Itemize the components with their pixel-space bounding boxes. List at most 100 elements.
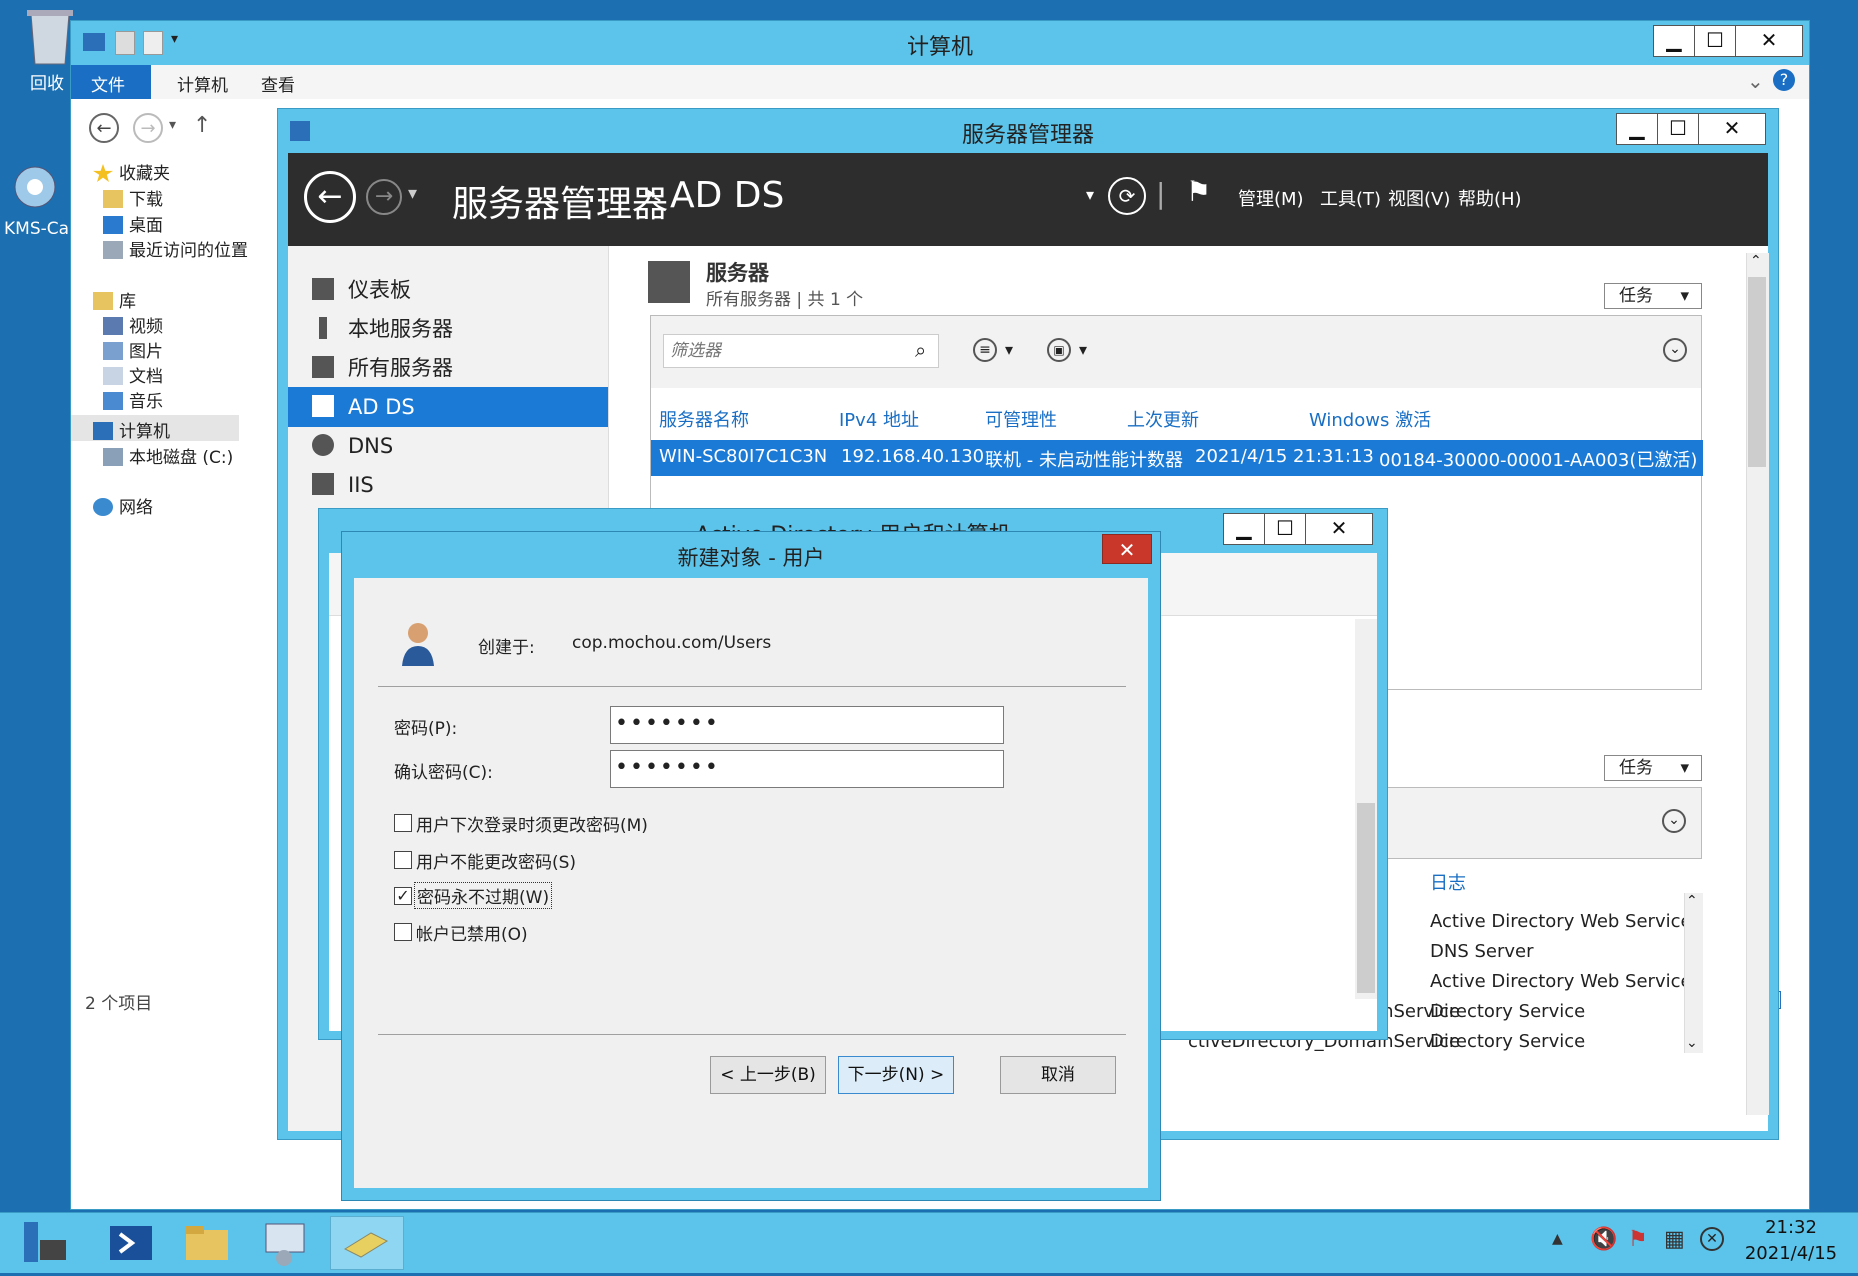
account-disabled-checkbox[interactable] <box>394 923 412 941</box>
servers-tasks-button[interactable]: 任务 ▾ <box>1604 283 1702 309</box>
back-arrow-icon[interactable]: ← <box>304 171 356 223</box>
menu-tools[interactable]: 工具(T) <box>1320 185 1381 211</box>
sm-close-button[interactable]: ✕ <box>1698 113 1766 145</box>
show-hidden-icons-icon[interactable]: ▲ <box>1552 1231 1563 1247</box>
expand-icon[interactable]: ⌄ <box>1662 809 1686 833</box>
nav-downloads[interactable]: 下载 <box>103 185 163 210</box>
back-button[interactable]: < 上一步(B) <box>710 1056 826 1094</box>
password-never-expires-checkbox[interactable]: ✓ <box>394 887 412 905</box>
up-arrow-icon[interactable]: ↑ <box>193 113 211 138</box>
nav-music[interactable]: 音乐 <box>103 387 163 412</box>
filter-input[interactable] <box>663 334 939 368</box>
explorer-minimize-button[interactable]: ▁ <box>1653 25 1695 57</box>
password-never-expires-label[interactable]: 密码永不过期(W) <box>414 882 553 909</box>
sidebar-item-iis[interactable]: IIS <box>288 465 608 505</box>
nav-documents[interactable]: 文档 <box>103 362 163 387</box>
chevron-down-icon[interactable]: ▾ <box>408 183 417 204</box>
main-scrollbar-thumb[interactable] <box>1748 277 1766 467</box>
ribbon-tab-view[interactable]: 查看 <box>261 71 295 96</box>
events-tasks-button[interactable]: 任务 ▾ <box>1604 755 1702 781</box>
scroll-up-icon[interactable]: ⌃ <box>1750 253 1762 269</box>
nav-computer[interactable]: 计算机 <box>93 417 170 442</box>
recent-locations-icon[interactable]: ▾ <box>169 117 176 133</box>
scroll-up-icon[interactable]: ⌃ <box>1686 893 1698 909</box>
list-options-icon[interactable]: ≡ <box>973 338 997 362</box>
menu-manage[interactable]: 管理(M) <box>1238 185 1304 211</box>
column-last-update[interactable]: 上次更新 <box>1127 406 1199 432</box>
confirm-password-input[interactable]: ••••••• <box>610 750 1004 788</box>
cannot-change-password-label[interactable]: 用户不能更改密码(S) <box>416 848 576 873</box>
close-icon[interactable]: ✕ <box>1700 1227 1724 1251</box>
column-windows-activation[interactable]: Windows 激活 <box>1309 406 1431 432</box>
save-query-icon[interactable]: ▣ <box>1047 338 1071 362</box>
sidebar-item-all-servers[interactable]: 所有服务器 <box>288 348 608 388</box>
scroll-down-icon[interactable]: ⌄ <box>1686 1035 1698 1051</box>
nav-videos[interactable]: 视频 <box>103 312 163 337</box>
search-icon[interactable]: ⌕ <box>915 338 926 362</box>
log-column-header[interactable]: 日志 <box>1430 869 1466 895</box>
chevron-down-icon[interactable]: ▾ <box>1079 340 1087 359</box>
taskbar-network-app[interactable] <box>250 1216 324 1270</box>
ribbon-tab-file-label[interactable]: 文件 <box>91 71 125 96</box>
event-source-4: Directory Service <box>1430 1001 1586 1022</box>
change-password-next-logon-checkbox[interactable] <box>394 814 412 832</box>
change-password-next-logon-label[interactable]: 用户下次登录时须更改密码(M) <box>416 811 648 836</box>
sm-maximize-button[interactable]: ☐ <box>1657 113 1699 145</box>
refresh-icon[interactable]: ⟳ <box>1108 177 1146 215</box>
nav-network[interactable]: 网络 <box>93 493 153 518</box>
forward-arrow-icon[interactable]: → <box>133 113 163 143</box>
back-arrow-icon[interactable]: ← <box>89 113 119 143</box>
expand-icon[interactable]: ⌄ <box>1663 338 1687 362</box>
chevron-down-icon[interactable]: ⌄ <box>1747 69 1764 93</box>
volume-icon[interactable]: 🔇 <box>1590 1227 1617 1252</box>
taskbar-powershell[interactable] <box>96 1216 170 1270</box>
notification-flag-icon[interactable]: ⚑ <box>1186 175 1211 208</box>
nav-desktop[interactable]: 桌面 <box>103 211 163 236</box>
forward-arrow-icon[interactable]: → <box>366 179 402 215</box>
aduc-maximize-button[interactable]: ☐ <box>1264 513 1306 545</box>
column-ipv4[interactable]: IPv4 地址 <box>839 406 919 432</box>
chevron-down-icon[interactable]: ▾ <box>1005 340 1013 359</box>
account-disabled-label[interactable]: 帐户已禁用(O) <box>416 920 528 945</box>
explorer-close-button[interactable]: ✕ <box>1735 25 1803 57</box>
aduc-scrollbar-thumb[interactable] <box>1357 803 1375 993</box>
sidebar-item-dns[interactable]: DNS <box>288 426 608 466</box>
taskbar-server-manager[interactable] <box>10 1216 84 1270</box>
network-tray-icon[interactable]: ▦ <box>1664 1227 1685 1252</box>
taskbar-aduc[interactable] <box>330 1216 404 1270</box>
cannot-change-password-checkbox[interactable] <box>394 851 412 869</box>
sidebar-item-dashboard[interactable]: 仪表板 <box>288 270 608 310</box>
dialog-title: 新建对象 - 用户 <box>677 546 825 570</box>
clock-date[interactable]: 2021/4/15 <box>1738 1243 1844 1264</box>
clock-time[interactable]: 21:32 <box>1738 1217 1844 1238</box>
nav-libraries[interactable]: 库 <box>93 287 136 312</box>
column-server-name[interactable]: 服务器名称 <box>659 406 749 432</box>
sidebar-item-local-server[interactable]: 本地服务器 <box>288 309 608 349</box>
events-scrollbar[interactable] <box>1684 893 1703 1053</box>
column-manageability[interactable]: 可管理性 <box>985 406 1057 432</box>
nav-local-disk[interactable]: 本地磁盘 (C:) <box>103 443 233 468</box>
sm-minimize-button[interactable]: ▁ <box>1616 113 1658 145</box>
divider: | <box>1156 177 1166 210</box>
menu-help[interactable]: 帮助(H) <box>1458 185 1522 211</box>
nav-pictures[interactable]: 图片 <box>103 337 163 362</box>
next-button[interactable]: 下一步(N) > <box>838 1056 954 1094</box>
aduc-close-button[interactable]: ✕ <box>1305 513 1373 545</box>
breadcrumb-root[interactable]: 服务器管理器 <box>452 175 668 227</box>
sidebar-item-ad-ds[interactable]: AD DS <box>288 387 608 427</box>
taskbar-file-explorer[interactable] <box>172 1216 246 1270</box>
password-input[interactable]: ••••••• <box>610 706 1004 744</box>
help-icon[interactable]: ? <box>1773 69 1795 91</box>
explorer-maximize-button[interactable]: ☐ <box>1694 25 1736 57</box>
nav-favorites[interactable]: 收藏夹 <box>93 159 170 184</box>
kms-app-icon[interactable]: KMS-Ca <box>0 160 70 239</box>
cancel-button[interactable]: 取消 <box>1000 1056 1116 1094</box>
nav-recent[interactable]: 最近访问的位置 <box>103 236 248 261</box>
action-center-flag-icon[interactable]: ⚑ <box>1628 1227 1648 1252</box>
dialog-close-button[interactable]: ✕ <box>1102 534 1152 564</box>
chevron-down-icon[interactable]: ▾ <box>1086 185 1094 204</box>
menu-view[interactable]: 视图(V) <box>1388 185 1450 211</box>
new-user-dialog: 新建对象 - 用户 ✕ 创建于: cop.mochou.com/Users 密码… <box>341 531 1161 1201</box>
aduc-minimize-button[interactable]: ▁ <box>1223 513 1265 545</box>
ribbon-tab-computer[interactable]: 计算机 <box>177 71 228 96</box>
